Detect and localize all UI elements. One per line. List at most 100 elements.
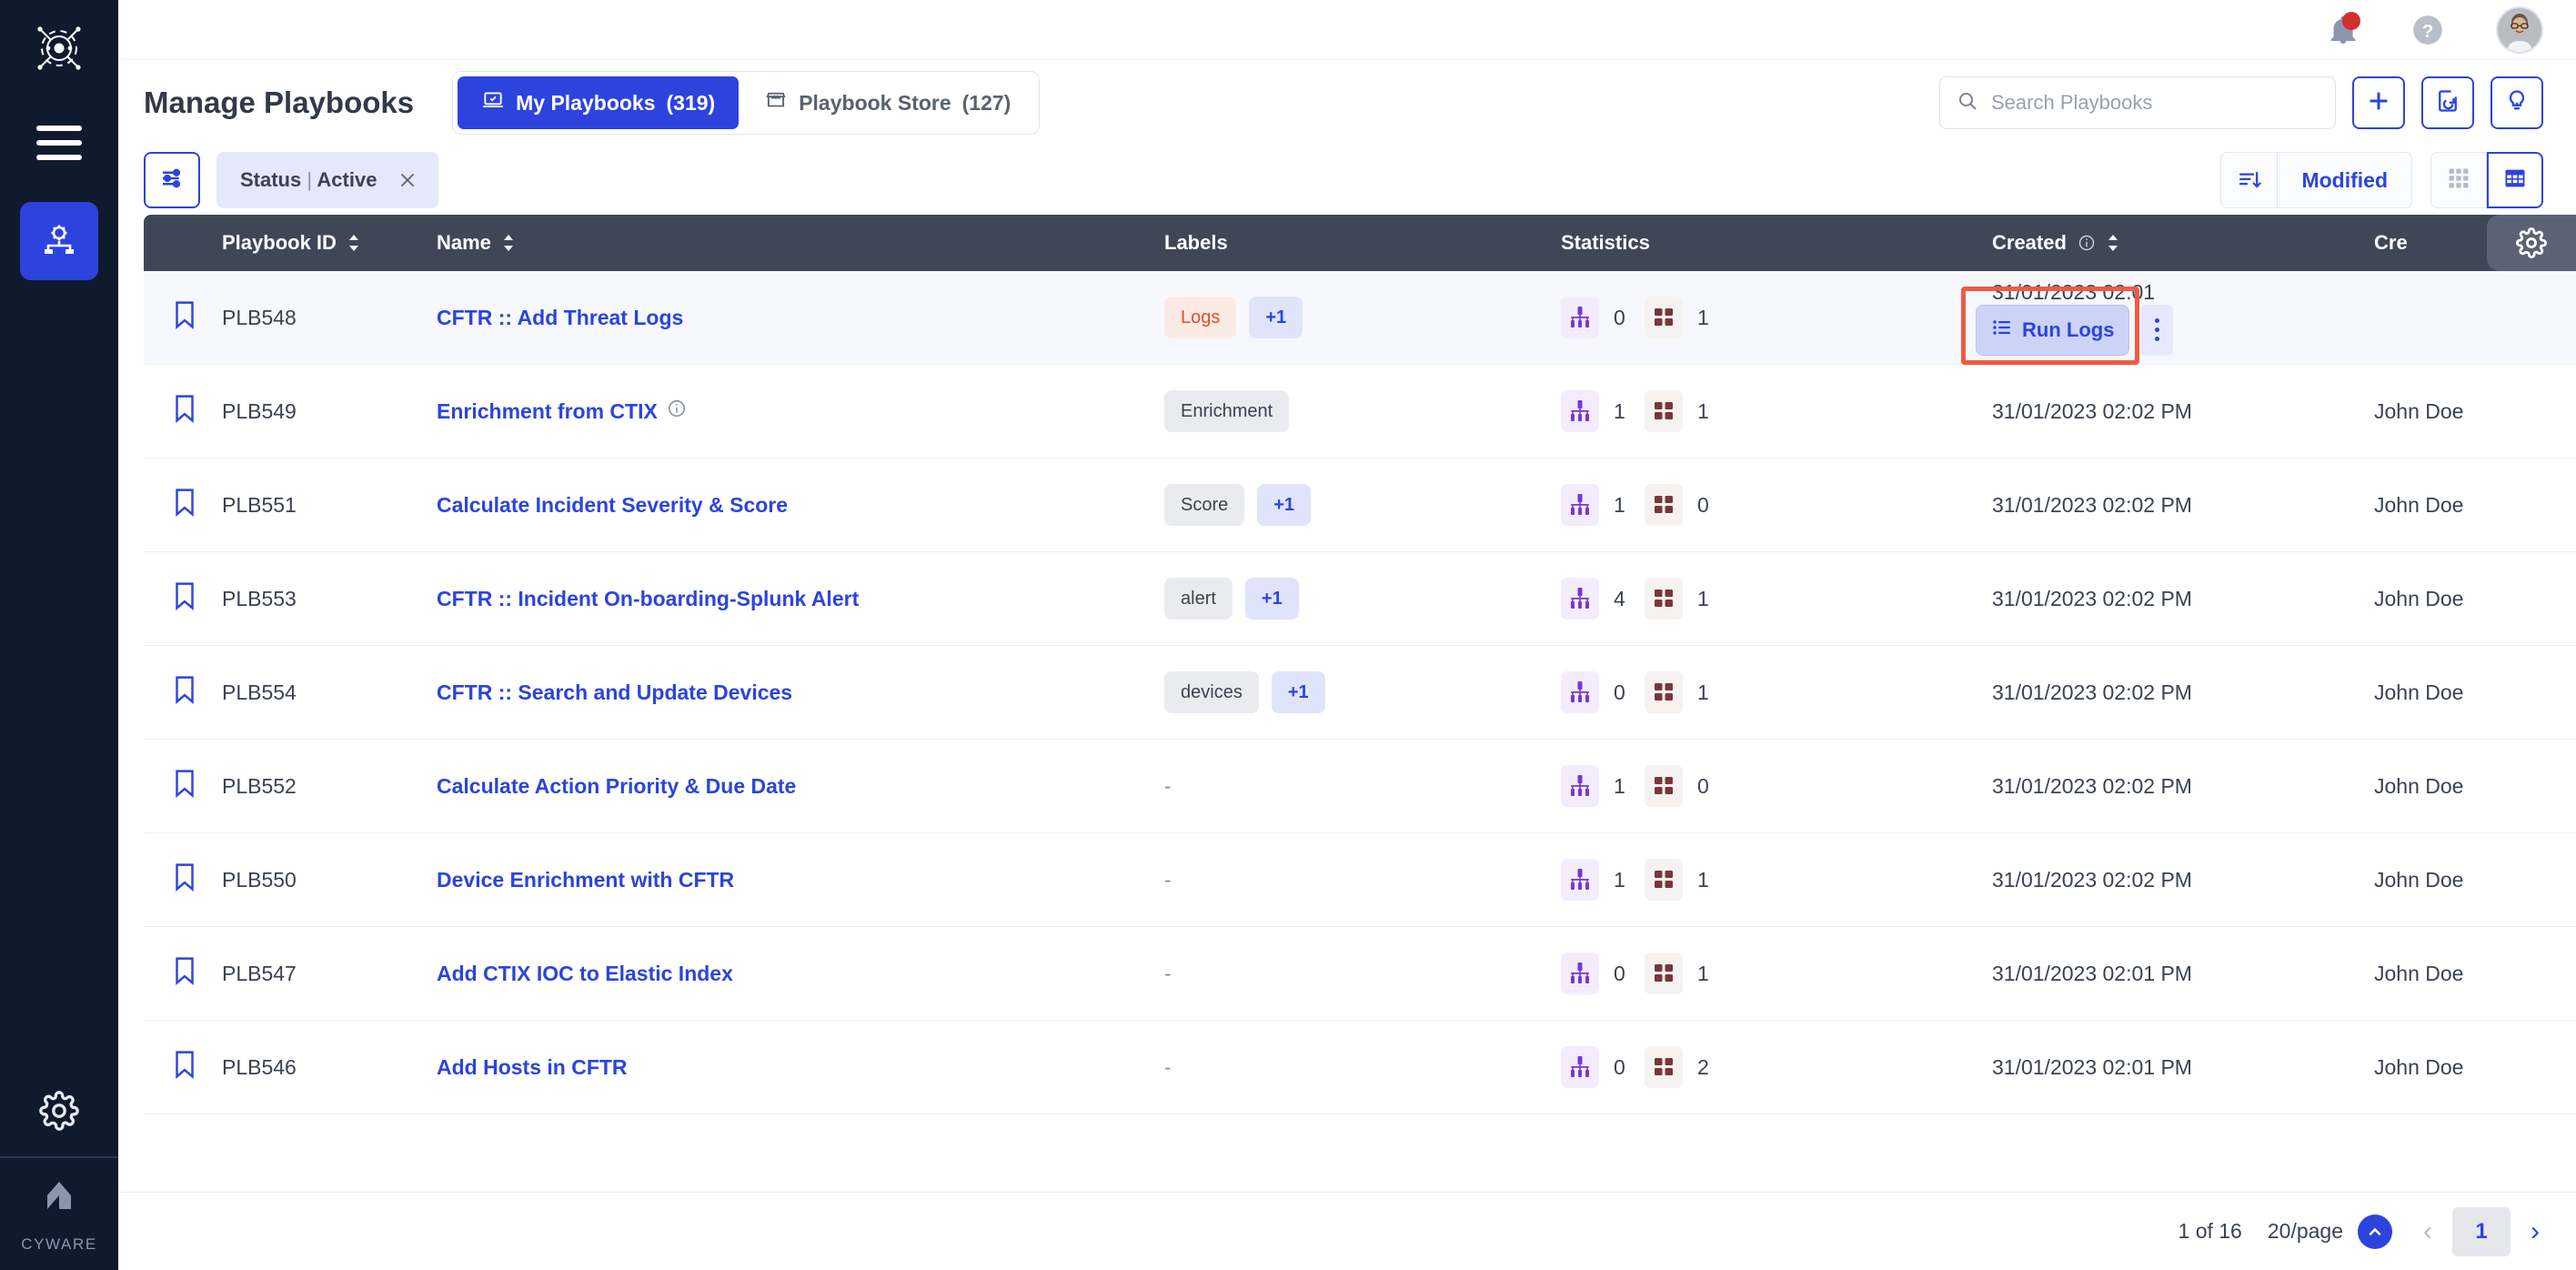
row-bookmark[interactable] (144, 862, 222, 898)
import-playbook-button[interactable] (2421, 76, 2474, 129)
tab-my-playbooks-label: My Playbooks (516, 91, 655, 116)
row-bookmark[interactable] (144, 674, 222, 711)
info-circle-icon[interactable] (2078, 234, 2096, 252)
playbook-name-link[interactable]: CFTR :: Add Threat Logs (437, 306, 683, 330)
playbook-name-link[interactable]: Enrichment from CTIX (437, 399, 658, 424)
bookmark-icon[interactable] (171, 955, 198, 992)
table-row[interactable]: PLB552Calculate Action Priority & Due Da… (144, 740, 2576, 833)
cell-name[interactable]: CFTR :: Incident On-boarding-Splunk Aler… (437, 587, 1164, 611)
column-settings-gear-icon[interactable] (2487, 215, 2576, 271)
th-name[interactable]: Name (437, 231, 1164, 255)
label-overflow-badge[interactable]: +1 (1249, 297, 1303, 338)
bookmark-icon[interactable] (171, 674, 198, 711)
cell-name[interactable]: Device Enrichment with CFTR (437, 868, 1164, 892)
cell-name[interactable]: CFTR :: Search and Update Devices (437, 680, 1164, 705)
cell-created-by: John Doe (2374, 493, 2576, 518)
chevron-right-icon[interactable]: › (2531, 1218, 2540, 1245)
th-playbook-id[interactable]: Playbook ID (222, 231, 437, 255)
table-row[interactable]: PLB546Add Hosts in CFTR-0231/01/2023 02:… (144, 1021, 2576, 1114)
playbook-name-link[interactable]: Device Enrichment with CFTR (437, 868, 734, 892)
label-chip[interactable]: alert (1164, 578, 1233, 620)
tab-my-playbooks[interactable]: My Playbooks (319) (458, 76, 739, 129)
tab-playbook-store[interactable]: Playbook Store (127) (740, 76, 1034, 129)
cell-playbook-id: PLB550 (222, 868, 437, 892)
close-x-icon[interactable] (397, 169, 418, 191)
stat-blocks-count: 1 (1697, 868, 1714, 892)
row-bookmark[interactable] (144, 299, 222, 336)
bookmark-icon[interactable] (171, 299, 198, 336)
chevron-up-icon[interactable] (2358, 1215, 2392, 1249)
table-row[interactable]: PLB547Add CTIX IOC to Elastic Index-0131… (144, 927, 2576, 1021)
cell-name[interactable]: CFTR :: Add Threat Logs (437, 306, 1164, 330)
view-toggle (2430, 152, 2543, 208)
label-chip[interactable]: Score (1164, 484, 1244, 526)
playbook-name-link[interactable]: Add Hosts in CFTR (437, 1055, 628, 1080)
sidebar-item-settings[interactable] (0, 1091, 118, 1135)
label-overflow-badge[interactable]: +1 (1257, 484, 1311, 526)
table-view-button[interactable] (2487, 152, 2543, 208)
table-row[interactable]: PLB548CFTR :: Add Threat LogsLogs+10131/… (144, 271, 2576, 365)
filter-button[interactable] (144, 152, 200, 208)
table-row[interactable]: PLB550Device Enrichment with CFTR-1131/0… (144, 833, 2576, 927)
bell-icon[interactable] (2327, 14, 2360, 46)
row-bookmark[interactable] (144, 1049, 222, 1085)
info-circle-icon[interactable] (667, 398, 687, 424)
sort-arrows-icon[interactable] (502, 234, 515, 252)
bookmark-icon[interactable] (171, 487, 198, 523)
stat-blocks-count: 1 (1697, 399, 1714, 424)
per-page-selector[interactable]: 20/page (2268, 1215, 2392, 1249)
chevron-left-icon[interactable]: ‹ (2423, 1218, 2432, 1245)
sort-arrows-icon[interactable] (347, 234, 360, 252)
filter-chip-status[interactable]: Status | Active (216, 152, 438, 208)
playbook-name-link[interactable]: Add CTIX IOC to Elastic Index (437, 962, 733, 986)
row-bookmark[interactable] (144, 768, 222, 804)
label-overflow-badge[interactable]: +1 (1272, 671, 1325, 713)
table-row[interactable]: PLB553CFTR :: Incident On-boarding-Splun… (144, 552, 2576, 646)
sort-descending-icon[interactable] (2221, 153, 2278, 207)
sort-field-label[interactable]: Modified (2278, 168, 2411, 193)
stat-instances-count: 1 (1614, 399, 1630, 424)
bookmark-icon[interactable] (171, 580, 198, 617)
playbook-name-link[interactable]: CFTR :: Incident On-boarding-Splunk Aler… (437, 587, 859, 611)
row-bookmark[interactable] (144, 955, 222, 992)
playbook-name-link[interactable]: CFTR :: Search and Update Devices (437, 680, 792, 705)
bookmark-icon[interactable] (171, 1049, 198, 1085)
label-chip[interactable]: devices (1164, 671, 1259, 713)
playbook-name-link[interactable]: Calculate Incident Severity & Score (437, 493, 788, 518)
user-avatar[interactable] (2496, 6, 2543, 54)
th-created[interactable]: Created (1992, 231, 2374, 255)
more-vertical-icon[interactable] (2140, 305, 2173, 356)
table-row[interactable]: PLB551Calculate Incident Severity & Scor… (144, 459, 2576, 552)
row-bookmark[interactable] (144, 487, 222, 523)
search-box[interactable] (1939, 76, 2336, 129)
search-input[interactable] (1991, 91, 2319, 115)
tips-button[interactable] (2490, 76, 2543, 129)
grid-view-button[interactable] (2430, 152, 2487, 208)
stat-blocks-count: 0 (1697, 774, 1714, 799)
cell-name[interactable]: Add Hosts in CFTR (437, 1055, 1164, 1080)
cell-name[interactable]: Calculate Incident Severity & Score (437, 493, 1164, 518)
sidebar-item-playbooks[interactable] (20, 202, 98, 280)
playbook-name-link[interactable]: Calculate Action Priority & Due Date (437, 774, 796, 799)
label-chip[interactable]: Enrichment (1164, 390, 1289, 432)
bookmark-icon[interactable] (171, 768, 198, 804)
sort-arrows-icon[interactable] (2107, 234, 2119, 252)
bookmark-icon[interactable] (171, 393, 198, 429)
table-row[interactable]: PLB554CFTR :: Search and Update Devicesd… (144, 646, 2576, 740)
table-row[interactable]: PLB549Enrichment from CTIXEnrichment1131… (144, 365, 2576, 459)
bookmark-icon[interactable] (171, 862, 198, 898)
cell-name[interactable]: Add CTIX IOC to Elastic Index (437, 962, 1164, 986)
add-playbook-button[interactable] (2352, 76, 2405, 129)
row-bookmark[interactable] (144, 393, 222, 429)
label-overflow-badge[interactable]: +1 (1245, 578, 1299, 620)
cyware-orb-icon[interactable] (25, 15, 93, 82)
label-chip[interactable]: Logs (1164, 297, 1236, 338)
row-bookmark[interactable] (144, 580, 222, 617)
page-number-1[interactable]: 1 (2452, 1207, 2511, 1256)
cell-name[interactable]: Calculate Action Priority & Due Date (437, 774, 1164, 799)
run-logs-button[interactable]: Run Logs (1976, 305, 2129, 356)
th-statistics-label: Statistics (1561, 231, 1650, 255)
cell-name[interactable]: Enrichment from CTIX (437, 398, 1164, 424)
hamburger-menu-icon[interactable] (36, 126, 82, 160)
help-circle-icon[interactable]: ? (2410, 13, 2445, 47)
